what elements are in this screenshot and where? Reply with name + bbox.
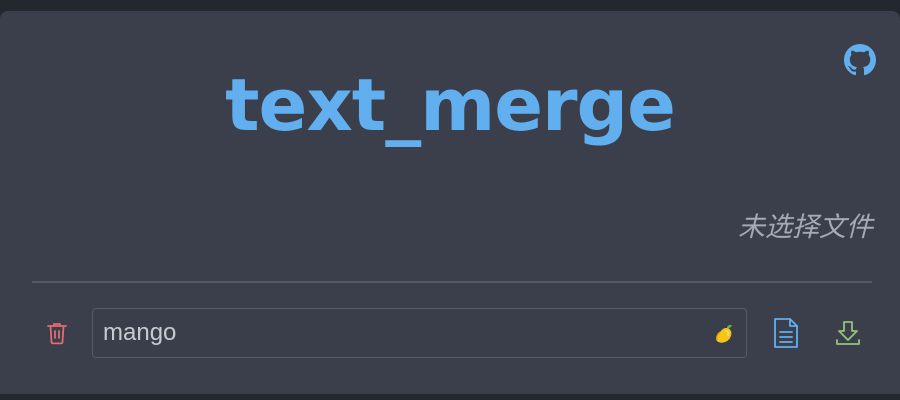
text-input[interactable]	[93, 309, 703, 357]
delete-button[interactable]	[40, 308, 74, 358]
text-input-container	[92, 308, 747, 358]
file-text-icon	[774, 318, 798, 348]
download-icon	[836, 321, 860, 345]
app-window: text_merge 未选择文件	[0, 11, 900, 394]
divider	[32, 281, 872, 283]
download-button[interactable]	[830, 308, 866, 358]
open-file-button[interactable]	[768, 308, 804, 358]
mango-emoji-icon	[716, 324, 732, 343]
file-status-label: 未选择文件	[738, 212, 873, 243]
input-toolbar	[0, 308, 900, 358]
trash-icon	[47, 323, 67, 345]
app-title: text_merge	[225, 63, 676, 147]
